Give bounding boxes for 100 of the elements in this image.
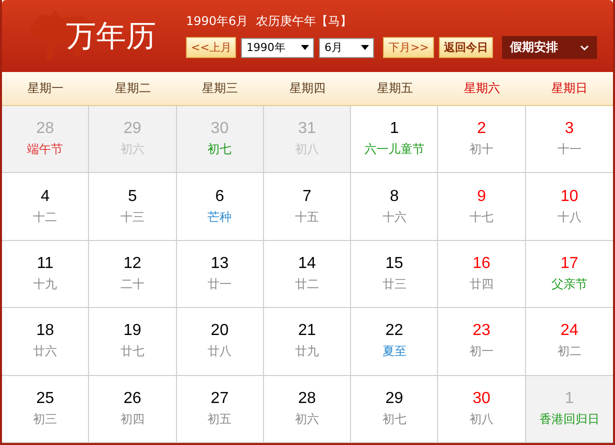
day-cell[interactable]: 27 初五	[176, 376, 264, 443]
lunar-date: 廿九	[294, 343, 319, 360]
day-cell[interactable]: 15 廿三	[351, 240, 438, 308]
day-number: 27	[210, 390, 229, 408]
lunar-date: 初八	[470, 410, 494, 428]
day-cell[interactable]: 24 初二	[526, 308, 613, 376]
weekday-header: 星期五	[376, 80, 414, 97]
weekday-header: 星期六	[463, 80, 502, 97]
day-cell[interactable]: 7 十五	[264, 173, 352, 241]
lunar-date: 初五	[208, 410, 232, 428]
holiday-menu[interactable]: 假期安排	[502, 36, 597, 59]
day-cell[interactable]: 30 初八	[438, 376, 526, 443]
day-number: 21	[298, 322, 316, 340]
day-cell[interactable]: 23 初一	[438, 308, 526, 376]
lunar-date: 十一	[557, 141, 582, 158]
weekday-header: 星期二	[114, 80, 152, 97]
lunar-date: 十六	[382, 208, 406, 226]
festival-label: 夏至	[382, 343, 406, 360]
day-cell[interactable]: 21 廿九	[264, 308, 352, 376]
day-cell[interactable]: 29 初七	[351, 376, 438, 443]
today-button[interactable]: 返回今日	[438, 37, 493, 58]
day-cell[interactable]: 8 十六	[351, 173, 438, 241]
day-cell[interactable]: 28 端午节	[2, 106, 90, 174]
date-info: 1990年6月 农历庚午年【马】	[186, 13, 353, 30]
day-cell[interactable]: 11 十九	[2, 240, 90, 308]
lunar-date: 初六	[294, 410, 319, 428]
chevron-down-icon	[580, 44, 589, 50]
day-cell[interactable]: 9 十七	[438, 173, 526, 241]
month-select[interactable]: 6月	[319, 38, 374, 58]
day-number: 12	[124, 254, 142, 273]
year-select[interactable]: 1990年	[241, 38, 314, 58]
day-number: 10	[560, 188, 578, 206]
day-cell[interactable]: 16 廿四	[438, 240, 526, 308]
day-cell[interactable]: 2 初十	[438, 106, 526, 174]
day-cell[interactable]: 28 初六	[264, 376, 352, 443]
day-cell[interactable]: 13 廿一	[176, 240, 264, 308]
lunar-date: 十二	[33, 208, 58, 226]
app-title: 万年历	[66, 18, 156, 56]
day-cell[interactable]: 10 十八	[526, 173, 613, 241]
day-number: 19	[124, 322, 142, 340]
day-cell[interactable]: 5 十三	[89, 173, 177, 241]
day-number: 2	[477, 120, 486, 138]
day-number: 29	[385, 390, 404, 408]
day-number: 15	[385, 254, 404, 273]
day-cell[interactable]: 25 初三	[2, 376, 90, 443]
day-cell[interactable]: 20 廿八	[176, 308, 264, 376]
day-cell[interactable]: 1 六一儿童节	[351, 106, 438, 174]
day-number: 26	[124, 390, 142, 408]
day-number: 24	[560, 322, 578, 340]
day-cell[interactable]: 12 二十	[89, 240, 177, 308]
lunar-date: 初十	[470, 141, 494, 158]
day-number: 8	[390, 188, 399, 206]
day-cell[interactable]: 14 廿二	[264, 240, 352, 308]
day-cell[interactable]: 19 廿七	[89, 308, 177, 376]
day-number: 29	[124, 120, 142, 138]
lunar-date: 十三	[120, 208, 144, 226]
day-number: 3	[564, 120, 574, 138]
day-cell[interactable]: 22 夏至	[351, 308, 438, 376]
lunar-date: 十五	[294, 208, 319, 226]
day-cell[interactable]: 4 十二	[2, 173, 90, 241]
day-cell[interactable]: 26 初四	[89, 376, 177, 443]
day-number: 31	[298, 120, 316, 138]
lunar-date: 廿七	[120, 343, 144, 360]
prev-month-button[interactable]: <<上月	[186, 37, 236, 58]
day-number: 14	[298, 254, 316, 273]
festival-label: 六一儿童节	[364, 141, 424, 158]
lunar-date: 二十	[120, 276, 144, 293]
day-number: 1	[564, 390, 574, 408]
lunar-date: 廿六	[33, 343, 58, 360]
weekday-header: 星期三	[201, 80, 240, 97]
lunar-date: 初三	[33, 410, 58, 428]
dropdown-arrow-icon	[361, 45, 370, 50]
next-month-button[interactable]: 下月>>	[383, 37, 434, 58]
day-number: 28	[298, 390, 316, 408]
festival-label: 父亲节	[551, 276, 588, 293]
lunar-date: 十八	[557, 208, 582, 226]
weekday-header: 星期四	[288, 80, 326, 97]
lunar-date: 十九	[33, 276, 58, 293]
day-number: 30	[472, 390, 490, 408]
day-number: 22	[385, 322, 404, 340]
festival-label: 芒种	[208, 208, 232, 226]
lunar-date: 初一	[470, 343, 494, 360]
day-cell[interactable]: 3 十一	[526, 106, 613, 174]
day-number: 7	[302, 188, 312, 206]
dropdown-arrow-icon	[301, 45, 310, 50]
day-cell[interactable]: 17 父亲节	[526, 240, 613, 308]
lunar-date: 廿一	[208, 276, 232, 293]
day-number: 11	[36, 254, 54, 273]
day-number: 23	[472, 322, 490, 340]
day-cell[interactable]: 6 芒种	[176, 173, 264, 241]
weekday-header: 星期日	[550, 80, 588, 97]
festival-label: 端午节	[27, 141, 64, 158]
lunar-date: 十七	[470, 208, 494, 226]
day-cell[interactable]: 18 廿六	[2, 308, 90, 376]
lunar-date: 初七	[382, 410, 406, 428]
weekday-header: 星期一	[26, 80, 65, 97]
day-number: 17	[560, 254, 578, 273]
lunar-date: 廿三	[382, 276, 406, 293]
day-number: 13	[210, 254, 229, 273]
festival-label: 香港回归日	[539, 410, 600, 428]
